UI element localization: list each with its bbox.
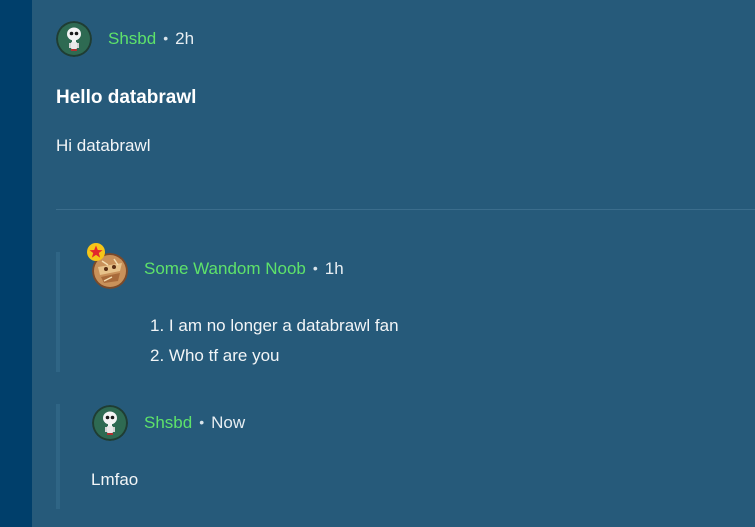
reply-indent-bar xyxy=(56,252,60,372)
list-item-text: I am no longer a databrawl fan xyxy=(168,316,399,335)
list-item-number: 2. xyxy=(150,346,165,365)
meta-separator: • xyxy=(163,30,169,46)
meta-separator: • xyxy=(199,414,205,430)
post-timestamp[interactable]: 2h xyxy=(175,29,194,49)
post-author-name[interactable]: Shsbd xyxy=(108,29,156,49)
reply-text: Lmfao xyxy=(91,470,139,489)
reply-comment: Shsbd • Now Lmfao xyxy=(56,404,755,509)
post-title: Hello databrawl xyxy=(56,87,197,108)
reply-meta: Shsbd • Now xyxy=(144,413,245,433)
list-item-text: Who tf are you xyxy=(168,346,280,365)
reply-indent-bar xyxy=(56,404,60,509)
skull-avatar-icon[interactable] xyxy=(56,21,92,57)
post-body: Hi databrawl xyxy=(56,136,151,155)
reply-author-name[interactable]: Some Wandom Noob xyxy=(144,259,306,279)
reply-timestamp[interactable]: Now xyxy=(211,413,245,433)
left-sidebar-strip xyxy=(0,0,32,527)
list-item-number: 1. xyxy=(150,316,165,335)
meta-separator: • xyxy=(312,260,318,276)
star-badge-icon xyxy=(86,242,106,262)
reply-timestamp[interactable]: 1h xyxy=(325,259,344,279)
list-item: 1. I am no longer a databrawl fan xyxy=(150,316,399,336)
skull-avatar-icon[interactable] xyxy=(92,405,128,441)
reply-author-name[interactable]: Shsbd xyxy=(144,413,192,433)
list-item: 2. Who tf are you xyxy=(150,346,279,366)
post-meta: Shsbd • 2h xyxy=(108,29,194,49)
post-card: Shsbd • 2h Hello databrawl Hi databrawl xyxy=(32,0,755,527)
comments-divider xyxy=(56,209,755,210)
reply-meta: Some Wandom Noob • 1h xyxy=(144,259,344,279)
reply-comment: Some Wandom Noob • 1h 1. I am no longer … xyxy=(56,243,755,372)
